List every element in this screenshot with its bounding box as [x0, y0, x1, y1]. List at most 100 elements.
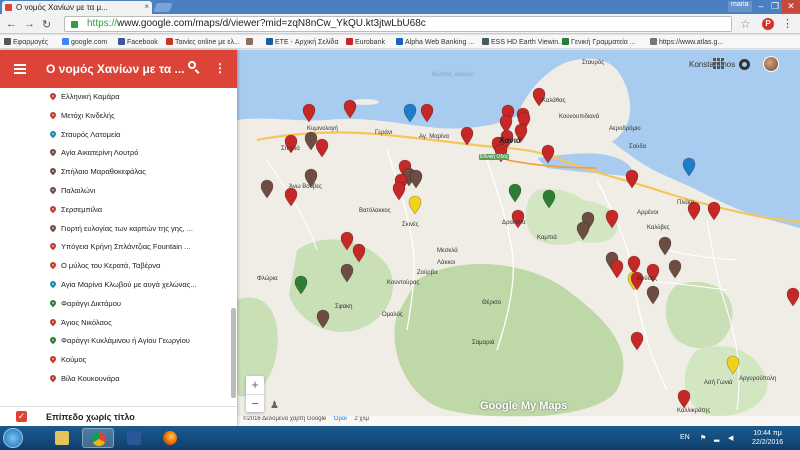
back-arrow-icon[interactable]: ←	[6, 18, 17, 30]
window-minimize-button[interactable]: –	[754, 0, 768, 13]
map-pin-icon	[48, 129, 58, 138]
panel-scrollbar[interactable]	[231, 308, 236, 398]
bookmark-star-icon[interactable]: ☆	[740, 17, 751, 31]
url-scheme: https://	[87, 18, 118, 29]
list-item-label: Κούμος	[61, 355, 87, 365]
bookmark-item[interactable]: Eurobank	[346, 38, 385, 46]
forward-arrow-icon[interactable]: →	[24, 18, 35, 30]
list-item[interactable]: Μετόχι Κινδελής	[0, 107, 230, 126]
mymaps-favicon-icon	[5, 4, 12, 11]
list-item-label: Φαράγγι Δικτάμου	[61, 298, 121, 308]
taskbar-chrome[interactable]	[82, 428, 114, 448]
list-item[interactable]: Άγιος Νικόλαος	[0, 314, 230, 333]
list-item[interactable]: Παλαιλώνι	[0, 182, 230, 201]
tab-title: Ο νομός Χανίων με τα μ...	[16, 3, 108, 12]
list-item[interactable]: Ο μύλος του Κερατά, Ταβέρνα	[0, 257, 230, 276]
start-button[interactable]	[3, 428, 23, 448]
bookmark-item[interactable]: Ταινίες online με ελ...	[166, 38, 240, 46]
window-maximize-button[interactable]: ❐	[768, 0, 782, 13]
attribution-text: ©2016 Δεδομένα χάρτη Google	[243, 416, 327, 422]
list-item[interactable]: Αγία Αικατερίνη Λουτρό	[0, 144, 230, 163]
bookmark-favicon-icon	[4, 38, 11, 45]
taskbar-explorer[interactable]	[46, 428, 78, 448]
bookmark-item[interactable]: Alpha Web Banking ...	[396, 38, 474, 46]
list-item[interactable]: Σερσεμπίλια	[0, 201, 230, 220]
map-place-label: Άνω Βουβες	[289, 184, 322, 190]
browser-user-chip[interactable]: maria	[728, 1, 752, 12]
map-pin-icon	[48, 242, 58, 251]
bookmark-item[interactable]: google.com	[62, 38, 107, 46]
new-tab-button[interactable]	[153, 3, 173, 12]
layer-checkbox[interactable]: ✓	[16, 411, 27, 422]
list-item-label: Αγία Μαρίνα Κλωβού με αυγά χελώνας...	[61, 279, 197, 289]
map-place-label: Ασή Γωνιά	[704, 380, 733, 386]
map-canvas[interactable]: Κόλπος Χανίων Χανιά Σταυρός Καλάθας Κουνουπι…	[237, 50, 800, 426]
map-place-label: Εθνική Οδός	[479, 154, 510, 160]
list-item[interactable]: Υπόγεια Κρήνη Σπλάντζιας Fountain ...	[0, 238, 230, 257]
map-place-label: Καμπιά	[537, 235, 557, 241]
language-indicator[interactable]: EN	[680, 434, 690, 441]
bookmark-item[interactable]: Facebook	[118, 38, 158, 46]
taskbar-word[interactable]	[118, 428, 150, 448]
chrome-icon	[92, 432, 106, 446]
map-place-label: Σφακη	[335, 304, 353, 310]
apps-grid-icon[interactable]	[713, 58, 725, 70]
zoom-in-button[interactable]: +	[246, 376, 264, 394]
tab-close-icon[interactable]: ×	[144, 2, 149, 11]
bookmark-item[interactable]: ETE - Αρχική Σελίδα	[266, 38, 339, 46]
bookmark-favicon-icon	[62, 38, 69, 45]
bookmark-favicon-icon	[562, 38, 569, 45]
list-item[interactable]: Γιορτή ευλογίας των καρπών της γης, ...	[0, 220, 230, 239]
bookmark-item[interactable]: https://www.atlas.g...	[650, 38, 723, 46]
bookmark-item[interactable]	[246, 38, 255, 46]
browser-menu-icon[interactable]: ⋮	[782, 17, 793, 30]
more-options-icon[interactable]: ⋮	[214, 61, 226, 75]
list-item-label: Παλαιλώνι	[61, 185, 96, 195]
reload-icon[interactable]: ↻	[42, 18, 51, 31]
list-item[interactable]: Σταυρός Λατομεία	[0, 126, 230, 145]
map-title: Ο νομός Χανίων με τα ...	[46, 62, 185, 76]
layer-row[interactable]: ✓ Επίπεδο χωρίς τίτλο	[0, 406, 237, 426]
list-item[interactable]: Ελληνική Καμάρα	[0, 88, 230, 107]
map-place-label: Αρμένοι	[637, 210, 659, 216]
map-place-label: Βρύσες	[637, 276, 657, 282]
map-place-label: Δρακόνα	[502, 220, 526, 226]
map-pin-icon	[48, 166, 58, 176]
map-place-label: Σκινές	[402, 222, 419, 228]
notifications-icon[interactable]	[739, 59, 750, 70]
map-pin-icon	[48, 91, 58, 101]
map-pin-icon	[48, 148, 58, 157]
list-item[interactable]: Κούμος	[0, 351, 230, 370]
bookmark-favicon-icon	[482, 38, 489, 45]
bookmarks-bar: Εφαρμογές google.com Facebook Ταινίες onlin…	[0, 35, 800, 49]
bookmark-label: Γενική Γραμματεία ...	[571, 39, 636, 46]
word-icon	[127, 431, 141, 445]
zoom-out-button[interactable]: −	[246, 394, 264, 412]
browser-tab[interactable]: Ο νομός Χανίων με τα μ... ×	[2, 1, 152, 14]
list-item[interactable]: Βίλα Κουκουνάρα	[0, 370, 230, 389]
tray-volume-icon[interactable]: ◀	[728, 434, 733, 442]
map-place-label: Μεσκλά	[437, 248, 458, 254]
list-item[interactable]: Φαράγγι Δικτάμου	[0, 295, 230, 314]
pinterest-extension-icon[interactable]: P	[762, 18, 774, 30]
pegman-icon[interactable]: ♟	[270, 400, 279, 411]
list-item[interactable]: Αγία Μαρίνα Κλωβού με αυγά χελώνας...	[0, 276, 230, 295]
bookmark-item[interactable]: Εφαρμογές	[4, 38, 48, 46]
window-close-button[interactable]: ✕	[782, 0, 800, 13]
search-icon[interactable]	[187, 60, 201, 74]
list-item[interactable]: Φαράγγι Κυκλάμινου ή Αγίου Γεωργίου	[0, 332, 230, 351]
terms-link[interactable]: Όροι	[334, 416, 347, 422]
tray-flag-icon[interactable]: ⚑	[700, 434, 706, 442]
system-clock[interactable]: 10:44 πμ 22/2/2016	[752, 429, 783, 447]
taskbar-firefox[interactable]	[154, 428, 186, 448]
tray-network-icon[interactable]: ▂	[714, 434, 719, 442]
list-item-label: Σερσεμπίλια	[61, 204, 103, 214]
map-place-label: Ομαλός	[382, 312, 403, 318]
map-place-label: Σούδα	[629, 144, 647, 150]
address-bar-input[interactable]: https://www.google.com/maps/d/viewer?mid…	[64, 16, 732, 32]
avatar[interactable]	[763, 56, 779, 72]
hamburger-menu-icon[interactable]	[14, 64, 26, 74]
bookmark-item[interactable]: ESS HD Earth Viewin...	[482, 38, 564, 46]
list-item[interactable]: Σπήλαιο Μαραθοκεφάλας	[0, 163, 230, 182]
bookmark-item[interactable]: Γενική Γραμματεία ...	[562, 38, 636, 46]
